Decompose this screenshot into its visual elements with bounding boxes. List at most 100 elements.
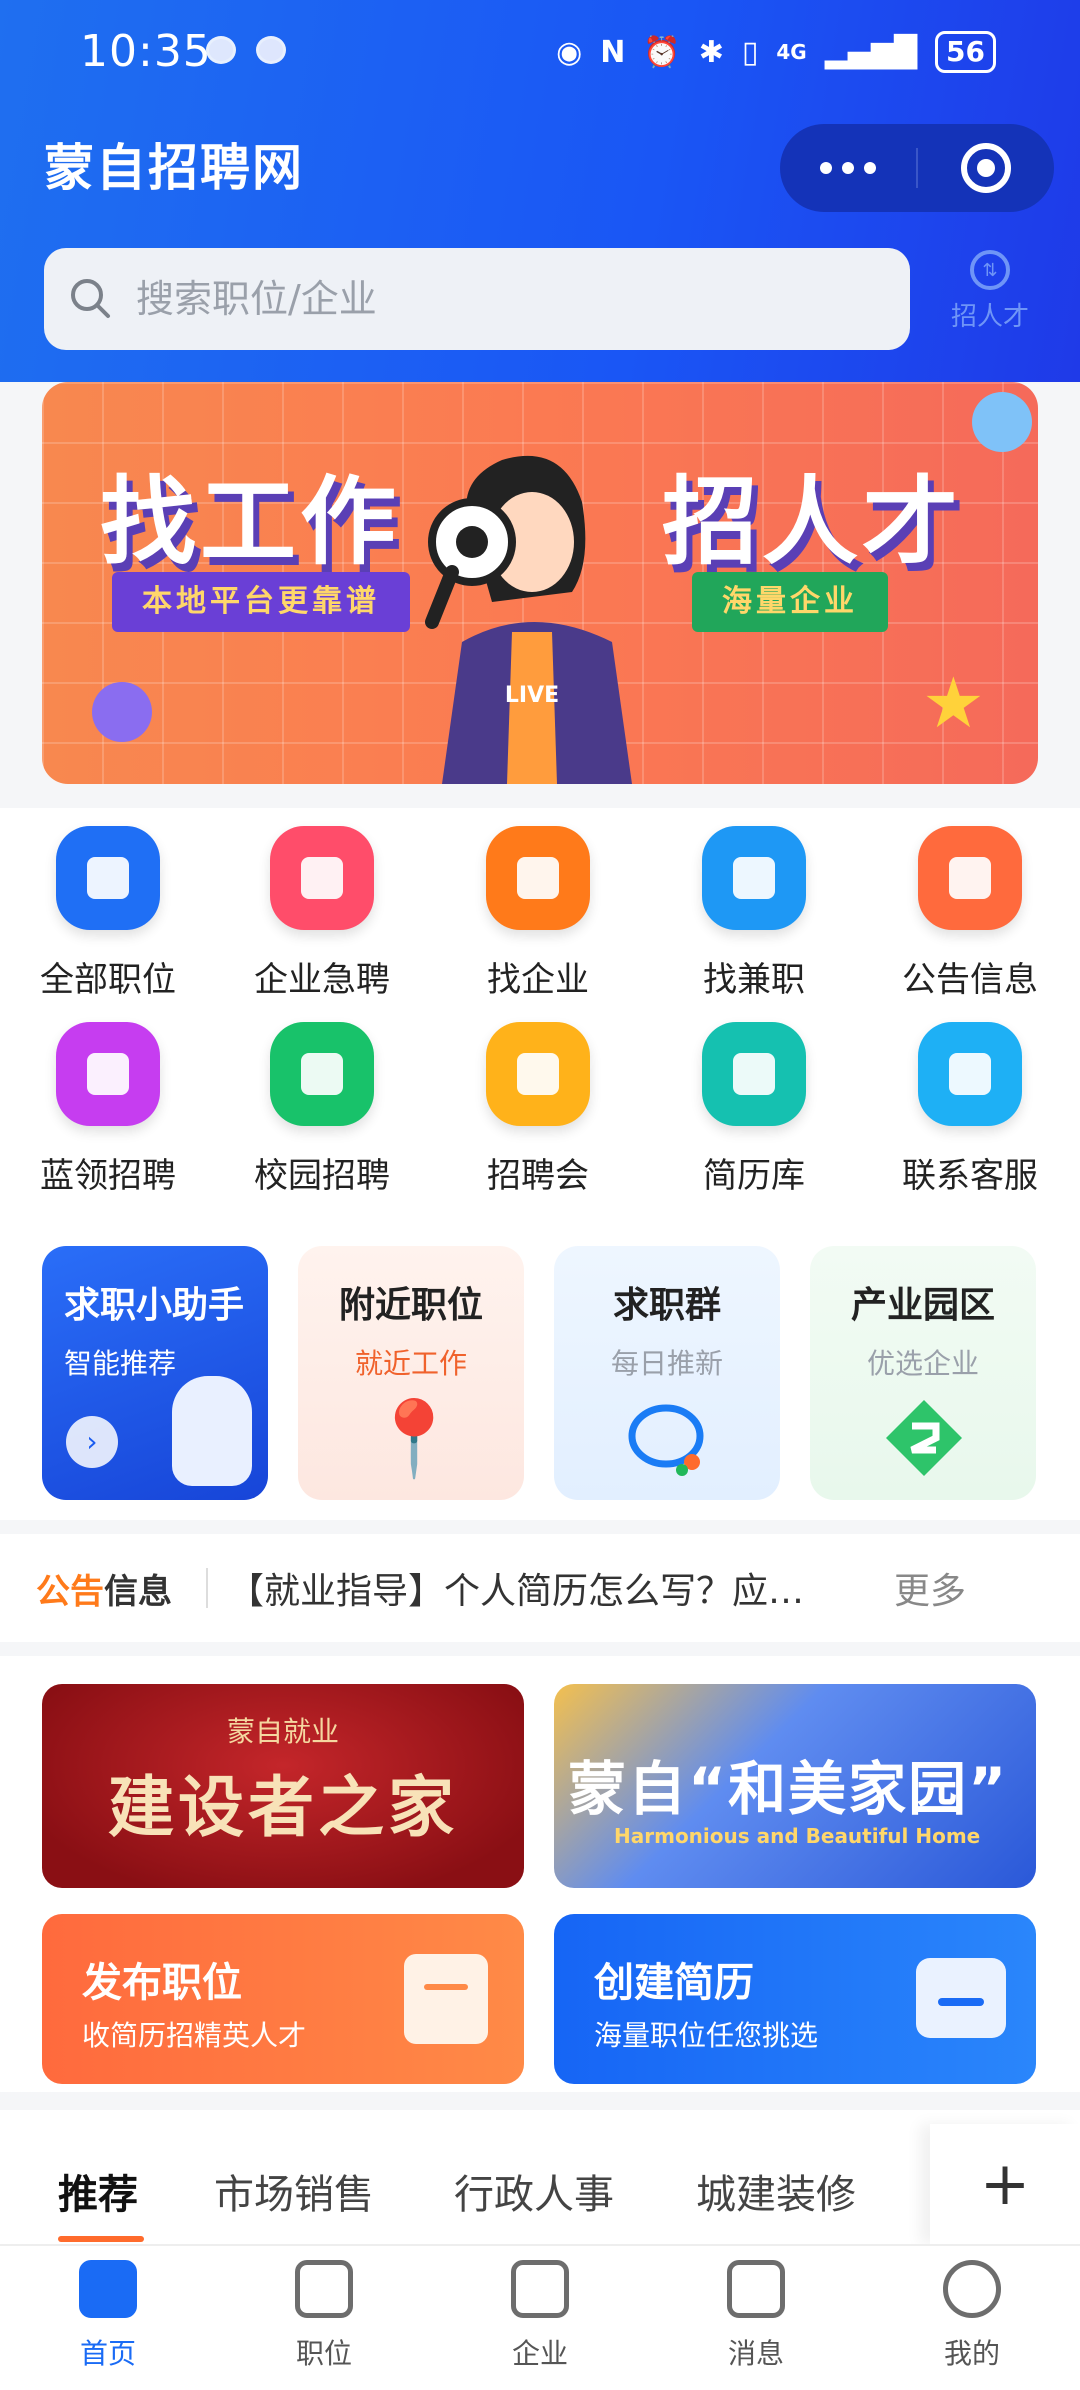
- quick-item-label: 校园招聘: [254, 1156, 390, 1196]
- banner-left-tag: 本地平台更靠谱: [112, 572, 410, 632]
- quick-item[interactable]: 公告信息: [880, 826, 1060, 1001]
- network-label: 4G: [776, 40, 807, 64]
- post-job-title: 发布职位: [82, 1960, 242, 2006]
- folder-icon: [916, 1958, 1006, 2038]
- create-resume-button[interactable]: 创建简历 海量职位任您挑选: [554, 1914, 1036, 2084]
- banner-title: 蒙自“和美家园”: [568, 1755, 1009, 1823]
- service-cards: 求职小助手 智能推荐 › 附近职位 就近工作 📍 求职群 每日推新 产业园区 优…: [0, 1228, 1080, 1520]
- card-subtitle: 就近工作: [354, 1347, 467, 1380]
- quick-item[interactable]: 简历库: [664, 1022, 844, 1197]
- post-job-button[interactable]: 发布职位 收简历招精英人才: [42, 1914, 524, 2084]
- nav-item[interactable]: 我的: [902, 2260, 1042, 2372]
- job-assistant-card[interactable]: 求职小助手 智能推荐 ›: [42, 1246, 268, 1500]
- profile-icon: [943, 2260, 1001, 2318]
- card-title: 产业园区: [850, 1285, 995, 1326]
- job-group-card[interactable]: 求职群 每日推新: [554, 1246, 780, 1500]
- create-resume-subtitle: 海量职位任您挑选: [594, 2019, 819, 2052]
- briefcase-bolt-icon: [270, 826, 374, 930]
- nav-label: 职位: [295, 2337, 352, 2370]
- quick-item[interactable]: 企业急聘: [232, 826, 412, 1001]
- notification-icon: [206, 36, 236, 64]
- briefcase-icon: [295, 2260, 353, 2318]
- header: 10:35 ◉ N ⏰ ✱ ▯ 4G ▂▄▆█ 56 蒙自招聘网 ⇅ 招人才: [0, 0, 1080, 382]
- quick-item-label: 蓝领招聘: [40, 1156, 176, 1196]
- banner-right-tag: 海量企业: [692, 572, 888, 632]
- builders-home-banner[interactable]: 蒙自就业 建设者之家: [42, 1684, 524, 1888]
- notice-label: 公告信息: [36, 1571, 172, 1612]
- tab-construction[interactable]: 城建装修: [696, 2162, 856, 2220]
- quick-item[interactable]: 全部职位: [18, 826, 198, 1001]
- nearby-jobs-card[interactable]: 附近职位 就近工作 📍: [298, 1246, 524, 1500]
- woman-with-magnifier-illustration: LIVE: [425, 455, 632, 784]
- quick-item[interactable]: 蓝领招聘: [18, 1022, 198, 1197]
- close-miniprogram-button[interactable]: [918, 143, 1054, 193]
- hardhat-icon: [56, 1022, 160, 1126]
- create-resume-title: 创建简历: [594, 1960, 754, 2006]
- nav-label: 消息: [727, 2337, 784, 2370]
- active-tab-indicator: [58, 2236, 144, 2242]
- exchange-icon: ⇅: [970, 250, 1010, 290]
- nav-label: 企业: [511, 2337, 568, 2370]
- nfc-icon: N: [600, 34, 626, 70]
- recruit-button[interactable]: ⇅ 招人才: [930, 250, 1050, 346]
- quick-item-label: 招聘会: [487, 1156, 589, 1196]
- banner-title: 建设者之家: [108, 1769, 458, 1846]
- quick-item[interactable]: 找企业: [448, 826, 628, 1001]
- arrow-right-icon: ›: [66, 1416, 118, 1468]
- vibrate-icon: ▯: [741, 34, 759, 70]
- quick-item-label: 公告信息: [902, 960, 1038, 1000]
- notice-text[interactable]: 【就业指导】个人简历怎么写？应…: [228, 1562, 868, 1614]
- tab-recommend[interactable]: 推荐: [58, 2162, 138, 2220]
- calendar-check-icon: [486, 1022, 590, 1126]
- nav-item[interactable]: 职位: [254, 2260, 394, 2372]
- tab-admin-hr[interactable]: 行政人事: [454, 2162, 614, 2220]
- nav-item[interactable]: 企业: [470, 2260, 610, 2372]
- nav-label: 首页: [79, 2337, 136, 2370]
- search-bar[interactable]: [44, 248, 910, 350]
- card-subtitle: 每日推新: [610, 1347, 723, 1380]
- quick-item-label: 找企业: [487, 960, 589, 1000]
- nav-label: 我的: [943, 2337, 1000, 2370]
- quick-item[interactable]: 找兼职: [664, 826, 844, 1001]
- quick-item[interactable]: 招聘会: [448, 1022, 628, 1197]
- status-icons: ◉ N ⏰ ✱ ▯ 4G ▂▄▆█ 56: [556, 30, 996, 74]
- eye-icon: ◉: [556, 34, 583, 70]
- bottom-nav: 首页 职位 企业 消息 我的: [0, 2244, 1080, 2390]
- planet-decoration: [92, 682, 152, 742]
- feature-section: 蒙自就业 建设者之家 蒙自“和美家园” Harmonious and Beaut…: [0, 1642, 1080, 2092]
- add-category-button[interactable]: +: [930, 2124, 1080, 2244]
- quick-item[interactable]: 联系客服: [880, 1022, 1060, 1197]
- nav-item[interactable]: 消息: [686, 2260, 826, 2372]
- quick-menu: 全部职位 企业急聘 找企业 找兼职 公告信息蓝领招聘 校园招聘 招聘会 简历库 联系客服: [0, 808, 1080, 1228]
- harmonious-home-banner[interactable]: 蒙自“和美家园” Harmonious and Beautiful Home: [554, 1684, 1036, 1888]
- star-decoration: ★: [922, 662, 985, 744]
- home-icon: [79, 2260, 137, 2318]
- banner-small-text: 蒙自就业: [226, 1715, 339, 1748]
- tab-marketing-sales[interactable]: 市场销售: [214, 2162, 374, 2220]
- quick-item[interactable]: 校园招聘: [232, 1022, 412, 1197]
- search-input[interactable]: [136, 277, 836, 321]
- card-title: 求职小助手: [64, 1285, 245, 1326]
- quick-item-label: 全部职位: [40, 960, 176, 1000]
- quick-item-label: 简历库: [703, 1156, 805, 1196]
- tie-icon: [56, 826, 160, 930]
- app-title: 蒙自招聘网: [44, 139, 304, 197]
- banner-left-title: 找工作: [100, 466, 400, 578]
- folder-icon: [702, 1022, 806, 1126]
- quick-item-label: 企业急聘: [254, 960, 390, 1000]
- building-icon: [511, 2260, 569, 2318]
- industrial-park-card[interactable]: 产业园区 优选企业: [810, 1246, 1036, 1500]
- card-subtitle: 优选企业: [866, 1347, 979, 1380]
- nav-item[interactable]: 首页: [38, 2260, 178, 2372]
- hero-banner[interactable]: 找工作 本地平台更靠谱 招人才 海量企业 LIVE ★: [42, 382, 1038, 784]
- chat-bubble-icon: [918, 1022, 1022, 1126]
- park-logo-icon: [886, 1400, 962, 1476]
- alarm-icon: ⏰: [643, 34, 681, 70]
- document-icon: [404, 1954, 488, 2044]
- signal-icon: ▂▄▆█: [824, 34, 918, 70]
- notice-more-link[interactable]: 更多: [894, 1562, 966, 1614]
- notice-bar[interactable]: 公告信息 【就业指导】个人简历怎么写？应… 更多: [0, 1520, 1080, 1642]
- graduation-cap-icon: [270, 1022, 374, 1126]
- shirt-text: LIVE: [505, 683, 559, 708]
- more-button[interactable]: [780, 162, 916, 174]
